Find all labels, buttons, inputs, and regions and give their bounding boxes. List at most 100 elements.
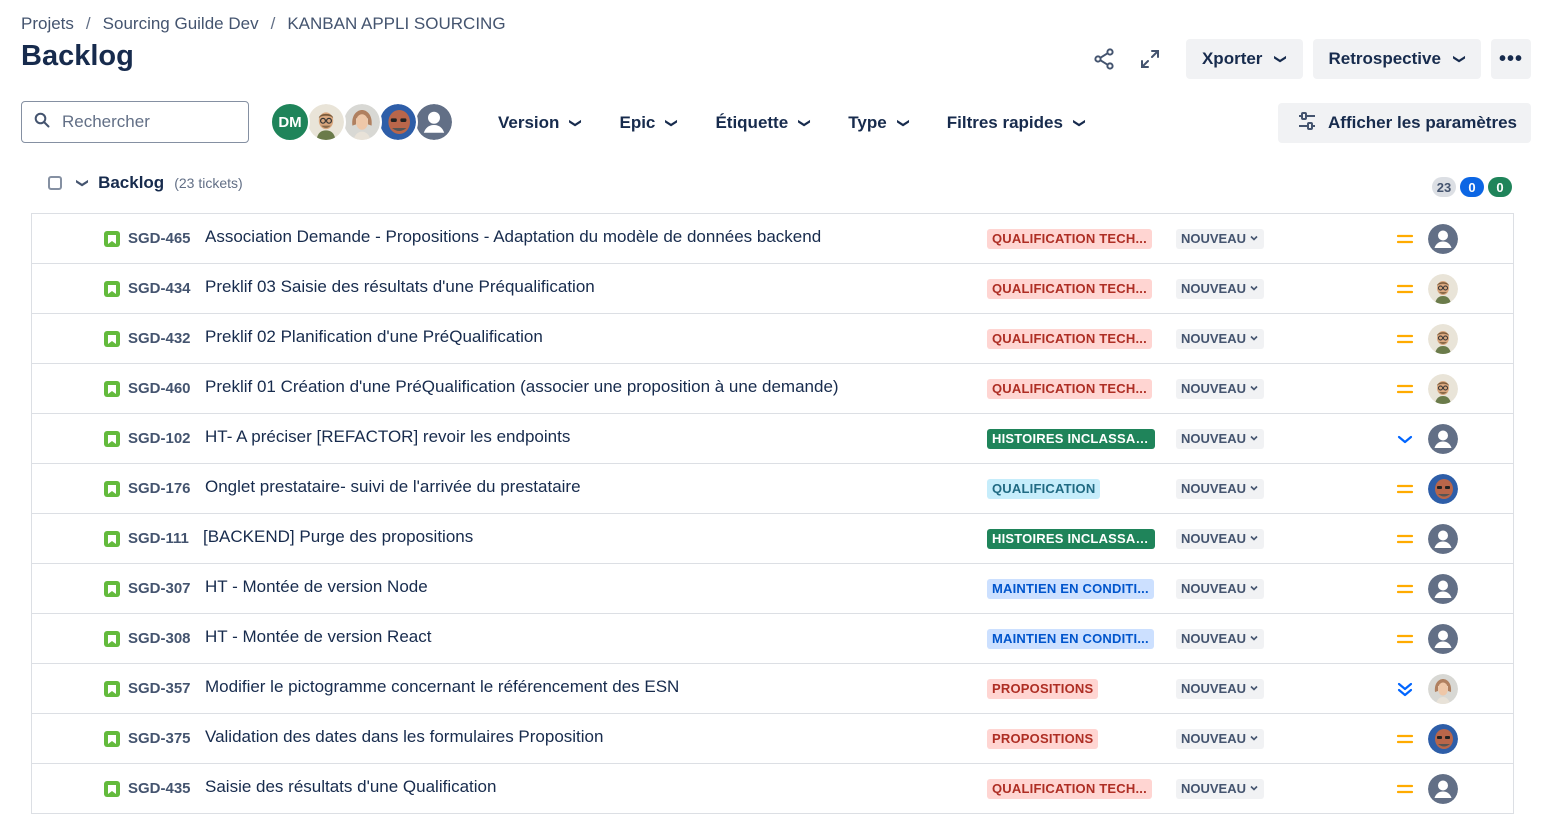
filter-label: Filtres rapides bbox=[946, 113, 1063, 132]
assignee-avatar[interactable] bbox=[1428, 674, 1458, 704]
more-actions-button[interactable]: ••• bbox=[1491, 39, 1531, 79]
epic-lozenge[interactable]: QUALIFICATION bbox=[987, 479, 1101, 499]
breadcrumb-project[interactable]: Sourcing Guilde Dev bbox=[103, 14, 259, 34]
avatar[interactable] bbox=[306, 102, 346, 142]
issue-row[interactable]: SGD-432 Preklif 02 Planification d'une Pr… bbox=[32, 314, 1513, 364]
issue-key[interactable]: SGD-465 bbox=[128, 230, 191, 247]
section-title[interactable]: Backlog bbox=[98, 173, 164, 193]
issue-summary[interactable]: Saisie des résultats d'une Qualification bbox=[205, 777, 496, 797]
status-dropdown[interactable]: NOUVEAU bbox=[1176, 529, 1265, 549]
epic-lozenge[interactable]: MAINTIEN EN CONDITI... bbox=[987, 579, 1154, 599]
breadcrumb-board[interactable]: KANBAN APPLI SOURCING bbox=[287, 14, 505, 34]
view-settings-button[interactable]: Afficher les paramètres bbox=[1278, 103, 1531, 143]
assignee-avatar[interactable] bbox=[1428, 724, 1458, 754]
assignee-avatar[interactable] bbox=[1428, 324, 1458, 354]
issue-row[interactable]: SGD-111 [BACKEND] Purge des propositions H… bbox=[32, 514, 1513, 564]
issue-key[interactable]: SGD-435 bbox=[128, 780, 191, 797]
issue-row[interactable]: SGD-308 HT - Montée de version React MAINT… bbox=[32, 614, 1513, 664]
status-dropdown[interactable]: NOUVEAU bbox=[1176, 329, 1265, 349]
status-dropdown[interactable]: NOUVEAU bbox=[1176, 729, 1265, 749]
select-all-checkbox[interactable] bbox=[48, 176, 62, 190]
assignee-avatar[interactable] bbox=[1428, 624, 1458, 654]
issue-row[interactable]: SGD-434 Preklif 03 Saisie des résultats d… bbox=[32, 264, 1513, 314]
issue-summary[interactable]: HT - Montée de version React bbox=[205, 627, 431, 647]
story-type-icon bbox=[104, 281, 120, 297]
filter-dropdown-5[interactable]: Filtres rapides ❯ bbox=[946, 113, 1087, 133]
filter-dropdown-2[interactable]: Epic ❯ bbox=[619, 113, 679, 133]
issue-summary[interactable]: Onglet prestataire- suivi de l'arrivée d… bbox=[205, 477, 581, 497]
status-dropdown[interactable]: NOUVEAU bbox=[1176, 279, 1265, 299]
breadcrumb-projects[interactable]: Projets bbox=[21, 14, 74, 34]
collapse-chevron-icon[interactable]: ❯ bbox=[76, 178, 90, 188]
issue-row[interactable]: SGD-465 Association Demande - Proposition… bbox=[32, 214, 1513, 264]
epic-lozenge[interactable]: PROPOSITIONS bbox=[987, 729, 1099, 749]
issue-key[interactable]: SGD-460 bbox=[128, 380, 191, 397]
assignee-avatar[interactable] bbox=[1428, 774, 1458, 804]
status-dropdown[interactable]: NOUVEAU bbox=[1176, 229, 1265, 249]
expand-icon[interactable] bbox=[1132, 41, 1168, 77]
epic-lozenge[interactable]: PROPOSITIONS bbox=[987, 679, 1099, 699]
issue-summary[interactable]: [BACKEND] Purge des propositions bbox=[203, 527, 473, 547]
status-dropdown[interactable]: NOUVEAU bbox=[1176, 779, 1265, 799]
avatar[interactable] bbox=[342, 102, 382, 142]
issue-key[interactable]: SGD-307 bbox=[128, 580, 191, 597]
epic-lozenge[interactable]: QUALIFICATION TECH... bbox=[987, 329, 1152, 349]
issue-summary[interactable]: Validation des dates dans les formulaire… bbox=[205, 727, 603, 747]
issue-key[interactable]: SGD-432 bbox=[128, 330, 191, 347]
retrospective-button[interactable]: Retrospective ❯ bbox=[1312, 39, 1481, 79]
status-dropdown[interactable]: NOUVEAU bbox=[1176, 629, 1265, 649]
issue-key[interactable]: SGD-176 bbox=[128, 480, 191, 497]
issue-summary[interactable]: HT- A préciser [REFACTOR] revoir les end… bbox=[205, 427, 570, 447]
chevron-down-icon: ❯ bbox=[798, 117, 813, 129]
epic-lozenge[interactable]: QUALIFICATION TECH... bbox=[987, 279, 1152, 299]
issue-row[interactable]: SGD-375 Validation des dates dans les for… bbox=[32, 714, 1513, 764]
issue-summary[interactable]: Preklif 02 Planification d'une PréQualif… bbox=[205, 327, 543, 347]
issue-row[interactable]: SGD-357 Modifier le pictogramme concernan… bbox=[32, 664, 1513, 714]
export-button[interactable]: Xporter ❯ bbox=[1185, 39, 1303, 79]
issue-key[interactable]: SGD-357 bbox=[128, 680, 191, 697]
issue-summary[interactable]: HT - Montée de version Node bbox=[205, 577, 428, 597]
assignee-avatar[interactable] bbox=[1428, 374, 1458, 404]
filter-dropdown-3[interactable]: Étiquette ❯ bbox=[715, 113, 813, 133]
status-dropdown[interactable]: NOUVEAU bbox=[1176, 429, 1265, 449]
issue-summary[interactable]: Preklif 01 Création d'une PréQualificati… bbox=[205, 377, 839, 397]
filter-dropdown-4[interactable]: Type ❯ bbox=[848, 113, 910, 133]
assignee-avatar[interactable] bbox=[1428, 274, 1458, 304]
epic-lozenge[interactable]: QUALIFICATION TECH... bbox=[987, 229, 1152, 249]
status-dropdown[interactable]: NOUVEAU bbox=[1176, 479, 1265, 499]
issue-row[interactable]: SGD-460 Preklif 01 Création d'une PréQual… bbox=[32, 364, 1513, 414]
avatar[interactable] bbox=[378, 102, 418, 142]
filter-dropdown-1[interactable]: Version ❯ bbox=[498, 113, 583, 133]
epic-lozenge[interactable]: HISTOIRES INCLASSAB... bbox=[987, 529, 1155, 549]
epic-lozenge[interactable]: MAINTIEN EN CONDITI... bbox=[987, 629, 1154, 649]
assignee-avatar[interactable] bbox=[1428, 474, 1458, 504]
issue-key[interactable]: SGD-434 bbox=[128, 280, 191, 297]
issue-key[interactable]: SGD-308 bbox=[128, 630, 191, 647]
issue-key[interactable]: SGD-111 bbox=[128, 530, 189, 547]
issue-row[interactable]: SGD-102 HT- A préciser [REFACTOR] revoir … bbox=[32, 414, 1513, 464]
issue-row[interactable]: SGD-307 HT - Montée de version Node MAINTI… bbox=[32, 564, 1513, 614]
search-box[interactable] bbox=[21, 101, 249, 143]
search-input[interactable] bbox=[60, 111, 234, 133]
assignee-avatar[interactable] bbox=[1428, 574, 1458, 604]
avatar[interactable] bbox=[414, 102, 454, 142]
chevron-down-icon bbox=[1249, 479, 1259, 499]
epic-lozenge[interactable]: QUALIFICATION TECH... bbox=[987, 379, 1152, 399]
issue-key[interactable]: SGD-375 bbox=[128, 730, 191, 747]
assignee-avatar[interactable] bbox=[1428, 224, 1458, 254]
issue-row[interactable]: SGD-176 Onglet prestataire- suivi de l'ar… bbox=[32, 464, 1513, 514]
epic-lozenge[interactable]: HISTOIRES INCLASSAB... bbox=[987, 429, 1155, 449]
issue-summary[interactable]: Modifier le pictogramme concernant le ré… bbox=[205, 677, 679, 697]
issue-key[interactable]: SGD-102 bbox=[128, 430, 191, 447]
status-dropdown[interactable]: NOUVEAU bbox=[1176, 579, 1265, 599]
share-icon[interactable] bbox=[1086, 41, 1122, 77]
avatar-initials[interactable]: DM bbox=[270, 102, 310, 142]
issue-summary[interactable]: Association Demande - Propositions - Ada… bbox=[205, 227, 821, 247]
issue-summary[interactable]: Preklif 03 Saisie des résultats d'une Pr… bbox=[205, 277, 595, 297]
issue-row[interactable]: SGD-435 Saisie des résultats d'une Qualif… bbox=[32, 764, 1513, 814]
status-dropdown[interactable]: NOUVEAU bbox=[1176, 379, 1265, 399]
epic-lozenge[interactable]: QUALIFICATION TECH... bbox=[987, 779, 1152, 799]
assignee-avatar[interactable] bbox=[1428, 424, 1458, 454]
assignee-avatar[interactable] bbox=[1428, 524, 1458, 554]
status-dropdown[interactable]: NOUVEAU bbox=[1176, 679, 1265, 699]
